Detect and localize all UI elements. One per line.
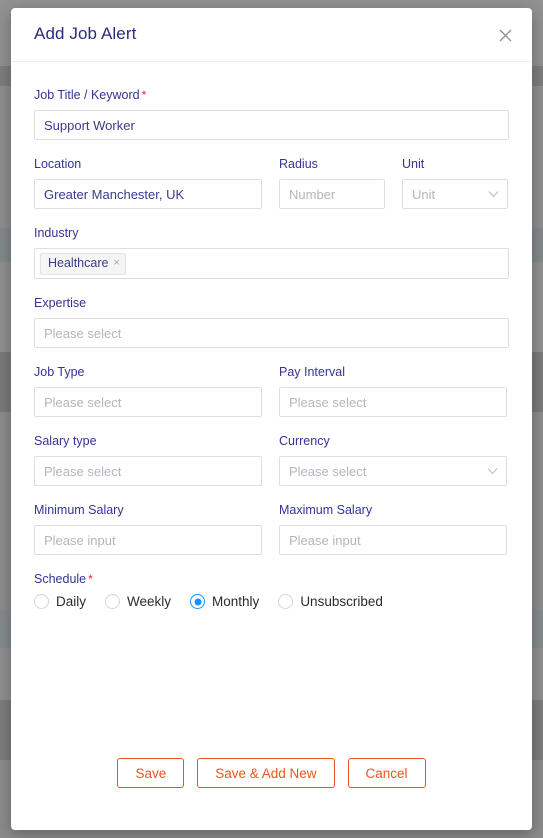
schedule-radio-group: Daily Weekly Monthly Unsubscribed [34,594,509,609]
tag-remove-icon[interactable]: × [113,258,119,269]
radio-option-weekly[interactable]: Weekly [105,594,171,609]
label-location: Location [34,157,82,171]
radius-input[interactable] [279,179,385,209]
field-industry: Industry Healthcare × [34,226,509,279]
radio-circle-icon [278,594,294,609]
radio-circle-icon [34,594,49,609]
save-and-add-new-button[interactable]: Save & Add New [197,758,335,788]
label-industry: Industry [34,226,79,240]
radio-option-daily[interactable]: Daily [34,594,86,609]
field-job-type: Job Type [34,365,262,417]
required-marker-job-title: * [141,88,147,102]
radio-label-weekly: Weekly [127,594,172,609]
label-minimum-salary: Minimum Salary [34,503,124,517]
radio-circle-selected-icon [190,594,206,609]
field-salary-type: Salary type [34,434,262,486]
field-pay-interval: Pay Interval [279,365,507,417]
dialog-title: Add Job Alert [34,24,137,43]
dialog-footer: Save Save & Add New Cancel [11,738,532,830]
field-row-expertise: Expertise [34,296,509,348]
label-unit: Unit [402,157,425,171]
radio-label-monthly: Monthly [212,594,260,609]
field-job-title: Job Title / Keyword * [34,88,509,140]
radio-circle-icon [105,594,121,609]
radio-option-monthly[interactable]: Monthly [190,594,259,609]
industry-tag-label: Healthcare [48,256,109,271]
field-row-salary-type: Salary type Currency [34,434,509,486]
add-job-alert-dialog: Add Job Alert Job Title / Keyword* Locat… [11,8,532,830]
maximum-salary-input[interactable] [279,525,507,555]
label-salary-type: Salary type [34,434,97,448]
field-minimum-salary: Minimum Salary [34,503,262,555]
field-row-location: Location Radius Unit [34,157,509,209]
save-button[interactable]: Save [117,758,185,788]
field-unit: Unit [402,157,508,209]
field-row-industry: Industry Healthcare × [34,226,509,279]
close-icon[interactable] [494,24,516,46]
pay-interval-select[interactable] [279,387,507,417]
field-row-job-type: Job Type Pay Interval [34,365,509,417]
label-job-title-text: Job Title / Keyword [34,88,140,102]
required-marker-schedule: * [88,572,93,586]
dialog-header: Add Job Alert [11,8,532,62]
field-radius: Radius [279,157,385,209]
field-location: Location [34,157,262,209]
label-currency: Currency [279,434,330,448]
unit-select-wrap [402,179,508,209]
label-pay-interval: Pay Interval [279,365,346,379]
field-row-salary-range: Minimum Salary Maximum Salary [34,503,509,555]
label-radius: Radius [279,157,318,171]
radio-option-unsubscribed[interactable]: Unsubscribed [278,594,383,609]
label-job-type: Job Type [34,365,85,379]
label-schedule: Schedule * [34,572,509,587]
salary-type-select[interactable] [34,456,262,486]
job-title-input[interactable] [34,110,509,140]
cancel-button[interactable]: Cancel [347,758,426,788]
unit-select[interactable] [402,179,508,209]
label-job-title: Job Title / Keyword * [34,88,509,103]
field-currency: Currency [279,434,507,486]
industry-tag: Healthcare × [40,252,126,275]
radio-label-daily: Daily [56,594,87,609]
field-row-job-title: Job Title / Keyword * [34,88,509,140]
close-glyph [499,29,511,41]
expertise-select[interactable] [34,318,509,348]
radio-label-unsubscribed: Unsubscribed [300,594,383,609]
job-type-select[interactable] [34,387,262,417]
currency-select[interactable] [279,456,507,486]
field-row-schedule: Schedule * Daily Weekly Monthly Unsubscr… [34,572,509,609]
label-schedule-text: Schedule [34,572,87,586]
field-schedule: Schedule * Daily Weekly Monthly Unsubscr… [34,572,509,609]
label-expertise: Expertise [34,296,87,310]
location-input[interactable] [34,179,262,209]
field-maximum-salary: Maximum Salary [279,503,507,555]
currency-select-wrap [279,456,507,486]
industry-multiselect[interactable]: Healthcare × [34,248,509,279]
field-expertise: Expertise [34,296,509,348]
dialog-body: Job Title / Keyword* Location Radius Uni… [11,62,532,609]
label-maximum-salary: Maximum Salary [279,503,373,517]
minimum-salary-input[interactable] [34,525,262,555]
